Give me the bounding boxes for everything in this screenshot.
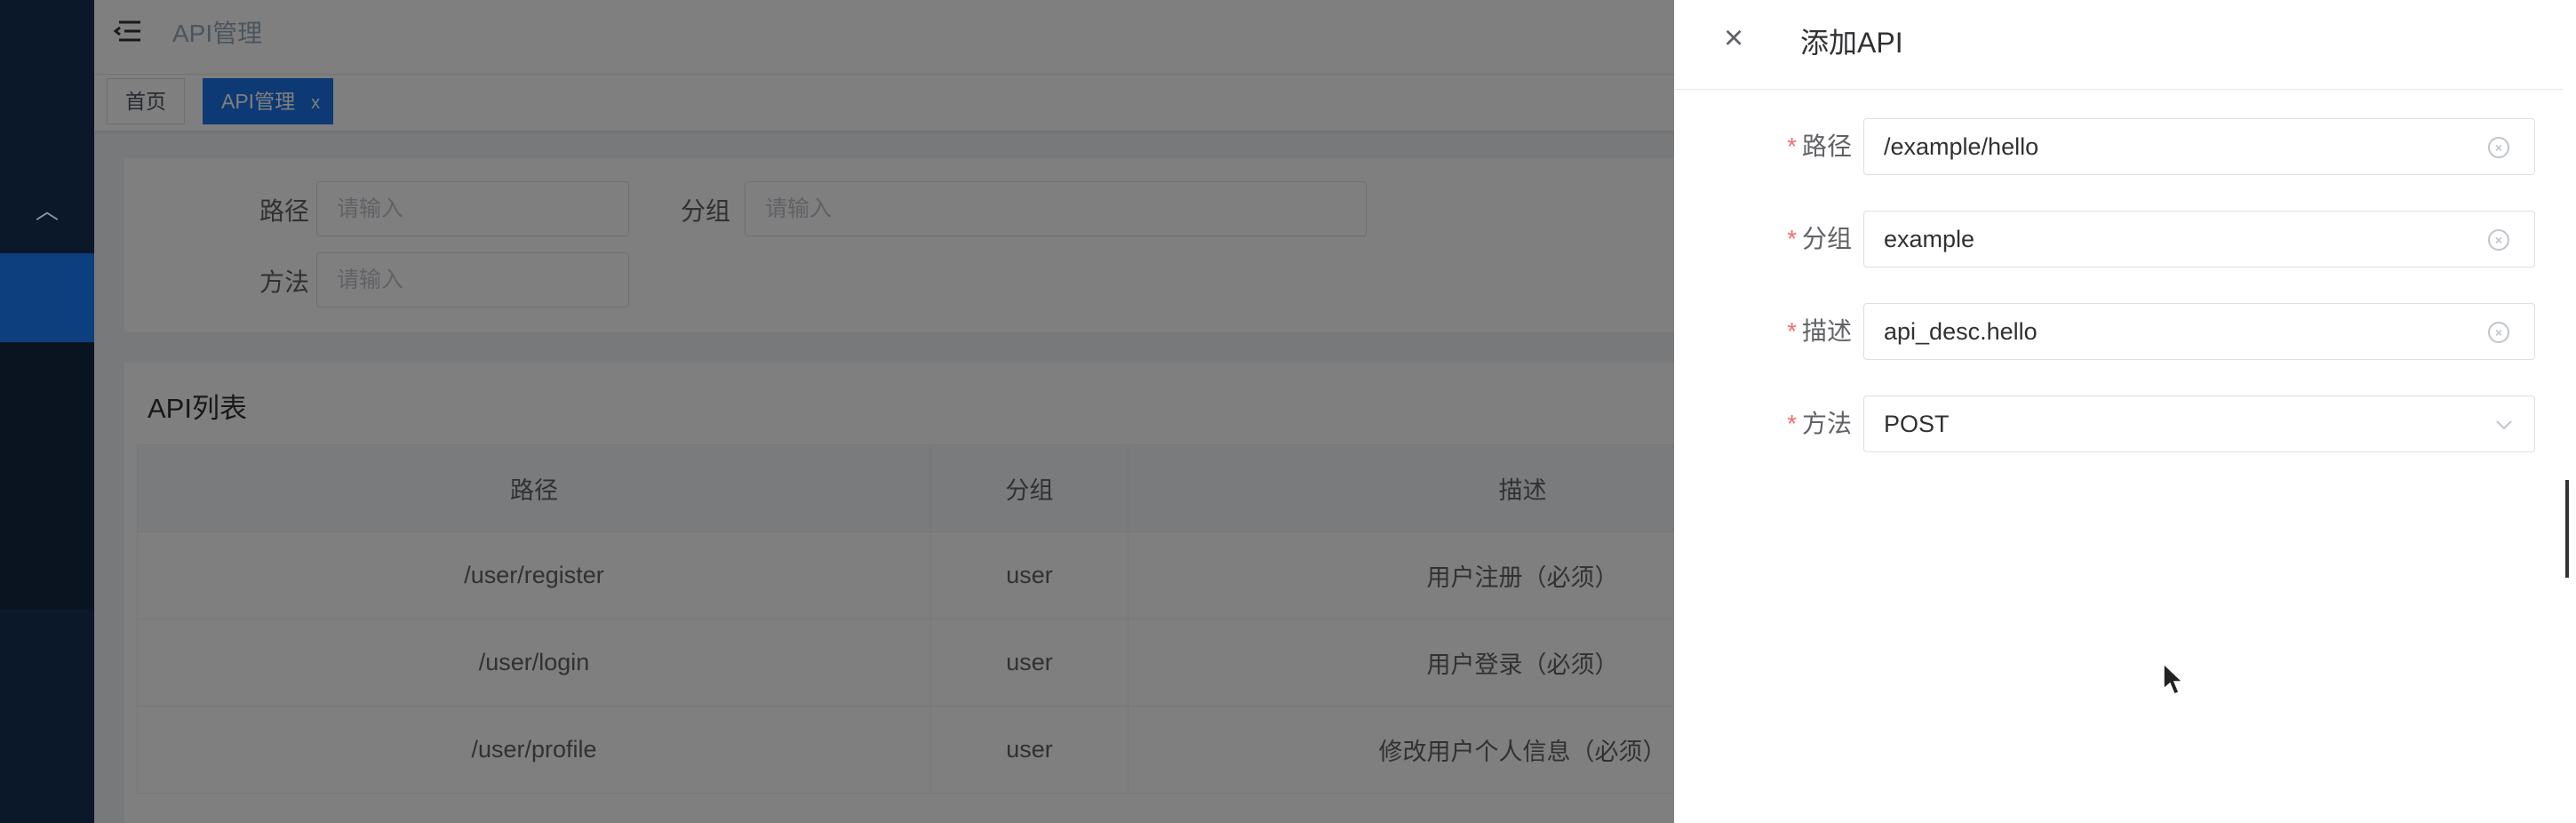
- group-input[interactable]: example ×: [1863, 211, 2535, 268]
- form-row-path: * 路径 /example/hello ×: [1674, 118, 2563, 175]
- label-text: 方法: [1801, 410, 1852, 437]
- input-value: api_desc.hello: [1884, 318, 2038, 345]
- label-text: 路径: [1801, 132, 1852, 160]
- drawer-title: 添加API: [1800, 27, 1903, 59]
- label-text: 分组: [1801, 225, 1852, 252]
- method-select[interactable]: POST: [1863, 396, 2535, 452]
- desc-input[interactable]: api_desc.hello ×: [1863, 303, 2535, 360]
- mouse-cursor-icon: [2162, 662, 2185, 698]
- group-form-label: * 分组: [1787, 211, 1852, 268]
- path-form-label: * 路径: [1787, 118, 1852, 175]
- method-form-label: * 方法: [1787, 396, 1852, 452]
- desc-form-label: * 描述: [1787, 303, 1852, 360]
- input-value: /example/hello: [1884, 133, 2039, 160]
- drawer-header: × 添加API: [1674, 0, 2563, 90]
- scrollbar-thumb[interactable]: [2565, 480, 2569, 578]
- label-text: 描述: [1801, 317, 1852, 345]
- clear-icon[interactable]: ×: [2488, 229, 2509, 251]
- path-input[interactable]: /example/hello ×: [1863, 118, 2535, 175]
- form-row-group: * 分组 example ×: [1674, 211, 2563, 268]
- form-row-desc: * 描述 api_desc.hello ×: [1674, 303, 2563, 360]
- required-asterisk: *: [1787, 132, 1797, 160]
- input-value: example: [1884, 226, 1975, 252]
- close-icon[interactable]: ×: [1724, 16, 1759, 60]
- required-asterisk: *: [1787, 317, 1797, 345]
- clear-icon[interactable]: ×: [2488, 322, 2509, 343]
- add-api-drawer: × 添加API * 路径 /example/hello × * 分组 example ×…: [1674, 0, 2563, 823]
- sidebar-item-active[interactable]: [0, 253, 94, 342]
- sidebar: ︿: [0, 0, 94, 823]
- required-asterisk: *: [1787, 410, 1797, 437]
- clear-icon[interactable]: ×: [2488, 137, 2509, 158]
- required-asterisk: *: [1787, 225, 1797, 252]
- chevron-down-icon[interactable]: [2495, 411, 2513, 437]
- scrollbar-track: [2563, 0, 2576, 823]
- sidebar-submenu: [0, 342, 94, 609]
- select-value: POST: [1884, 411, 1950, 437]
- form-row-method: * 方法 POST: [1674, 396, 2563, 452]
- chevron-up-icon[interactable]: ︿: [0, 182, 94, 236]
